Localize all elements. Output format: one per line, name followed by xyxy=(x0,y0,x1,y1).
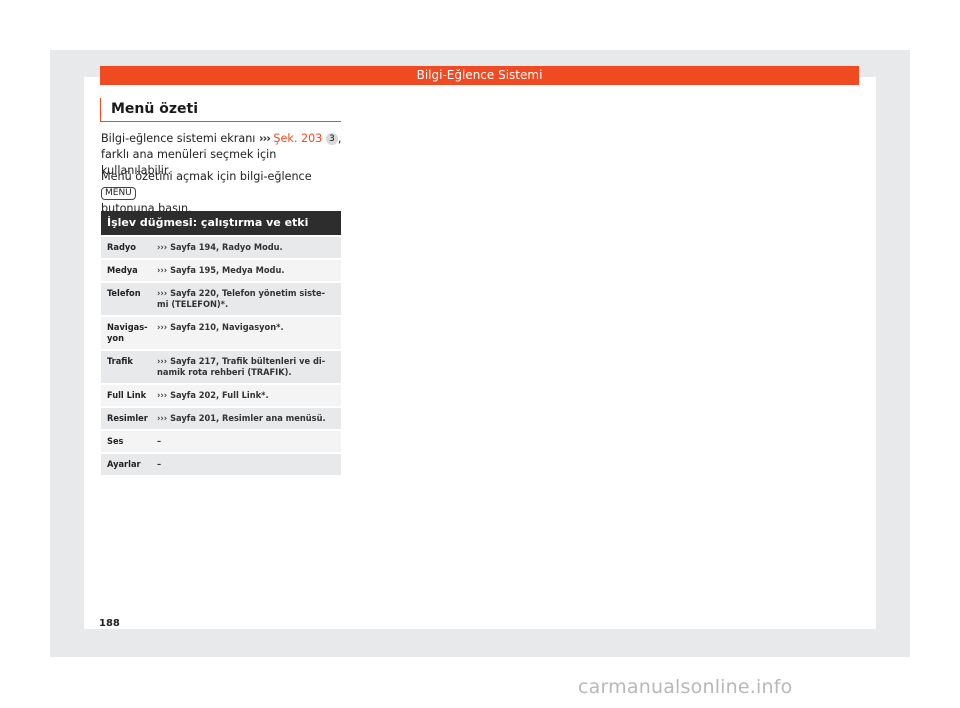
row-function-name: Ayarlar xyxy=(107,459,141,470)
table-row: Navigas-yon ››› Sayfa 210, Navigasyon*. xyxy=(101,315,341,349)
row-function-name: Medya xyxy=(107,265,138,276)
table-row: Ayarlar – xyxy=(101,452,341,475)
menu-text-a: Menü özetini açmak için bilgi-eğlence xyxy=(101,170,312,183)
row-function-description: – xyxy=(157,459,162,470)
function-table: İşlev düğmesi: çalıştırma ve etki Radyo ›… xyxy=(101,211,341,475)
intro-text-b: , xyxy=(337,132,342,145)
row-function-description: ››› Sayfa 195, Medya Modu. xyxy=(157,265,285,276)
section-title: Menü özeti xyxy=(100,98,341,122)
watermark: carmanualsonline.info xyxy=(578,676,793,698)
row-function-description: – xyxy=(157,436,162,447)
row-function-name: Navigas-yon xyxy=(107,322,148,344)
row-function-description: ››› Sayfa 220, Telefon yönetim siste-mi … xyxy=(157,288,326,310)
row-function-name: Resimler xyxy=(107,413,148,424)
row-function-name: Trafik xyxy=(107,356,133,367)
row-function-name: Telefon xyxy=(107,288,141,299)
row-function-description: ››› Sayfa 194, Radyo Modu. xyxy=(157,242,283,253)
menu-key-icon: MENU xyxy=(101,187,136,200)
row-function-name: Full Link xyxy=(107,390,147,401)
reference-arrows-icon: ››› xyxy=(258,132,271,145)
table-row: Telefon ››› Sayfa 220, Telefon yönetim si… xyxy=(101,281,341,315)
row-function-name: Ses xyxy=(107,436,124,447)
table-row: Resimler ››› Sayfa 201, Resimler ana menü… xyxy=(101,406,341,429)
row-function-name: Radyo xyxy=(107,242,136,253)
table-row: Trafik ››› Sayfa 217, Trafik bültenleri v… xyxy=(101,349,341,383)
table-row: Full Link ››› Sayfa 202, Full Link*. xyxy=(101,383,341,406)
table-row: Medya ››› Sayfa 195, Medya Modu. xyxy=(101,258,341,281)
row-function-description: ››› Sayfa 210, Navigasyon*. xyxy=(157,322,284,333)
intro-text-a: Bilgi-eğlence sistemi ekranı xyxy=(101,132,259,145)
menu-paragraph: Menü özetini açmak için bilgi-eğlence ME… xyxy=(101,169,346,217)
table-row: Radyo ››› Sayfa 194, Radyo Modu. xyxy=(101,235,341,258)
page-number: 188 xyxy=(99,618,120,629)
chapter-header: Bilgi-Eğlence Sistemi xyxy=(100,66,859,85)
row-function-description: ››› Sayfa 202, Full Link*. xyxy=(157,390,269,401)
table-heading: İşlev düğmesi: çalıştırma ve etki xyxy=(101,211,341,235)
table-row: Ses – xyxy=(101,429,341,452)
row-function-description: ››› Sayfa 201, Resimler ana menüsü. xyxy=(157,413,326,424)
row-function-description: ››› Sayfa 217, Trafik bültenleri ve di-n… xyxy=(157,356,326,378)
callout-number-badge: 3 xyxy=(325,133,338,145)
figure-reference-link[interactable]: Şek. 203 xyxy=(273,132,322,145)
